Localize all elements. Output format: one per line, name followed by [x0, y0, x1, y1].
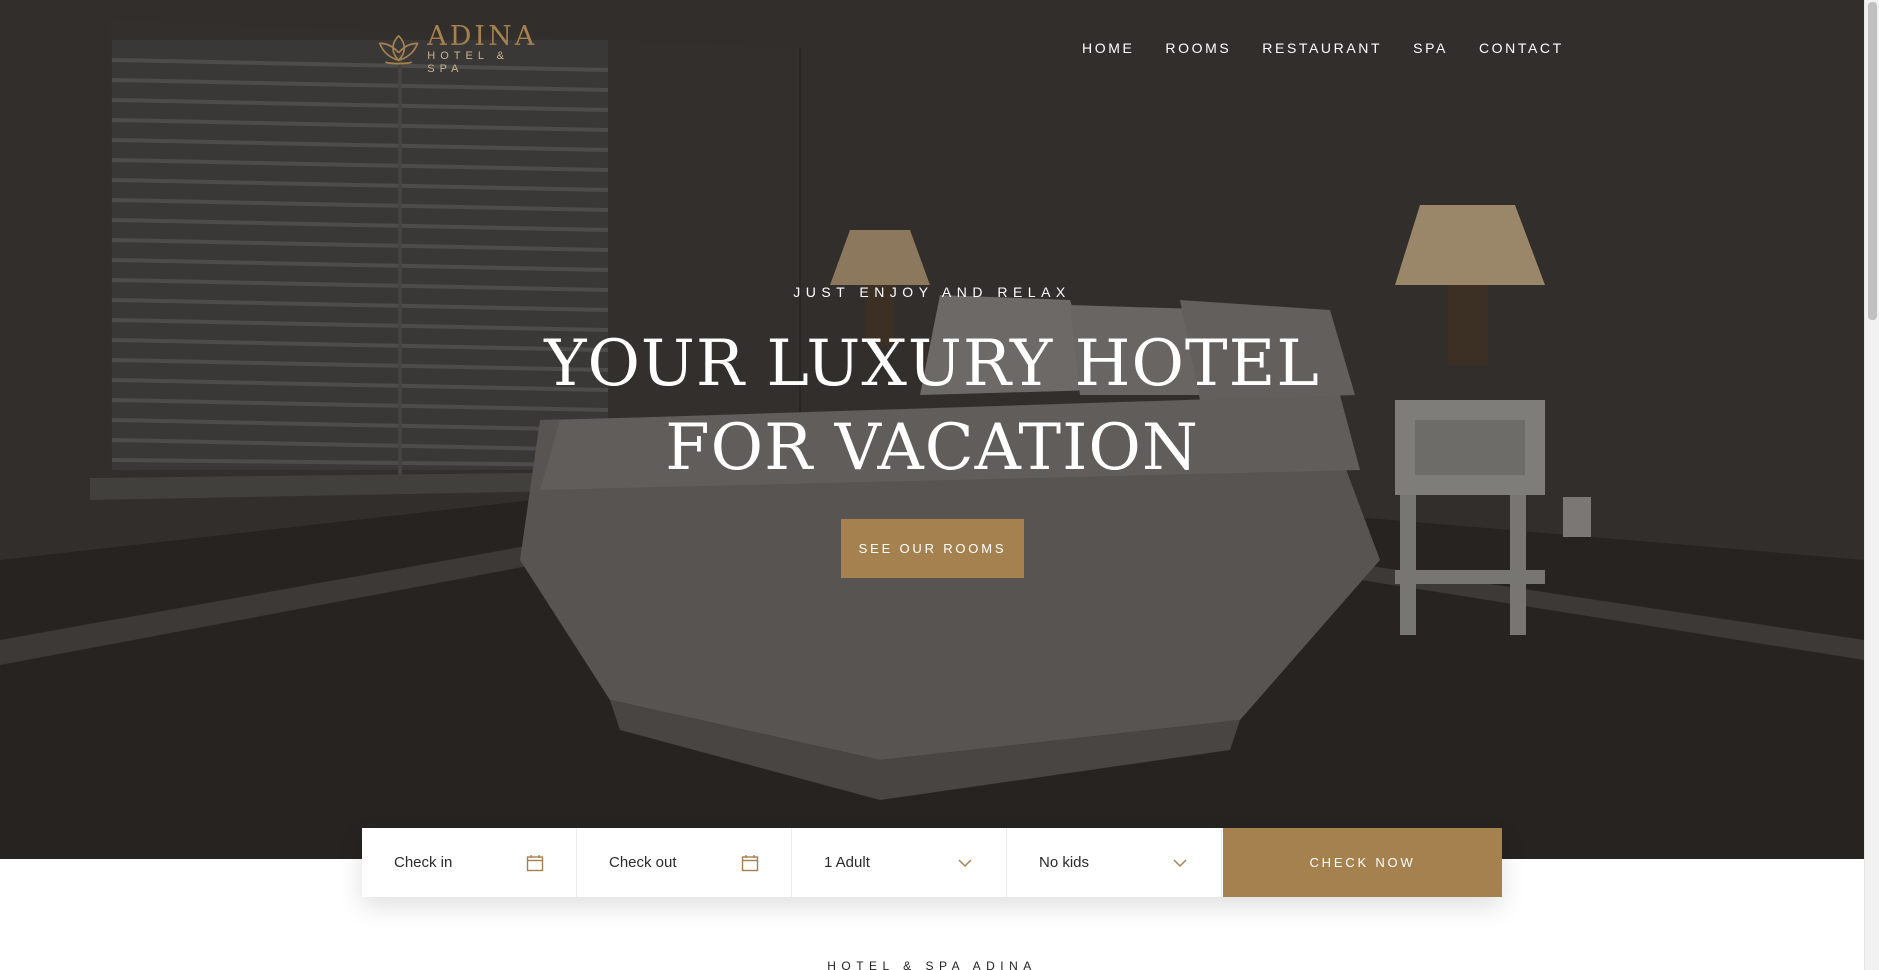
lotus-icon [378, 34, 419, 65]
nav-item-contact[interactable]: CONTACT [1479, 40, 1564, 56]
nav-item-rooms[interactable]: ROOMS [1165, 40, 1231, 56]
section-eyebrow: HOTEL & SPA ADINA [827, 959, 1037, 970]
logo-name: ADINA [427, 20, 538, 52]
hero-headline-line2: FOR VACATION [665, 411, 1199, 485]
logo-subtitle: HOTEL & SPA [427, 49, 509, 75]
kids-select[interactable]: No kids [1007, 828, 1222, 897]
booking-bar: Check in Check out 1 Adult No kids CHECK… [362, 828, 1502, 897]
chevron-down-icon [958, 858, 972, 867]
calendar-icon [741, 854, 759, 871]
hero-section: ADINA HOTEL & SPA HOME ROOMS RESTAURANT … [0, 0, 1864, 859]
chevron-down-icon [1173, 858, 1187, 867]
hero-headline-line1: YOUR LUXURY HOTEL [544, 327, 1320, 401]
checkout-label: Check out [609, 854, 677, 871]
checkin-field[interactable]: Check in [362, 828, 577, 897]
check-now-button[interactable]: CHECK NOW [1223, 828, 1502, 897]
main-nav: HOME ROOMS RESTAURANT SPA CONTACT [1082, 40, 1564, 56]
checkout-field[interactable]: Check out [577, 828, 792, 897]
see-our-rooms-button[interactable]: SEE OUR ROOMS [841, 519, 1024, 578]
page-scrollbar[interactable] [1864, 0, 1879, 970]
kids-value: No kids [1039, 854, 1090, 871]
checkin-label: Check in [394, 854, 453, 871]
calendar-icon [526, 854, 544, 871]
hero-eyebrow: JUST ENJOY AND RELAX [793, 284, 1071, 300]
adults-value: 1 Adult [824, 854, 870, 871]
nav-item-spa[interactable]: SPA [1413, 40, 1448, 56]
logo[interactable]: ADINA HOTEL & SPA [376, 23, 546, 75]
hero-headline: YOUR LUXURY HOTEL FOR VACATION [0, 322, 1864, 490]
adults-select[interactable]: 1 Adult [792, 828, 1007, 897]
nav-item-restaurant[interactable]: RESTAURANT [1262, 40, 1382, 56]
scrollbar-thumb[interactable] [1868, 2, 1877, 320]
nav-item-home[interactable]: HOME [1082, 40, 1134, 56]
